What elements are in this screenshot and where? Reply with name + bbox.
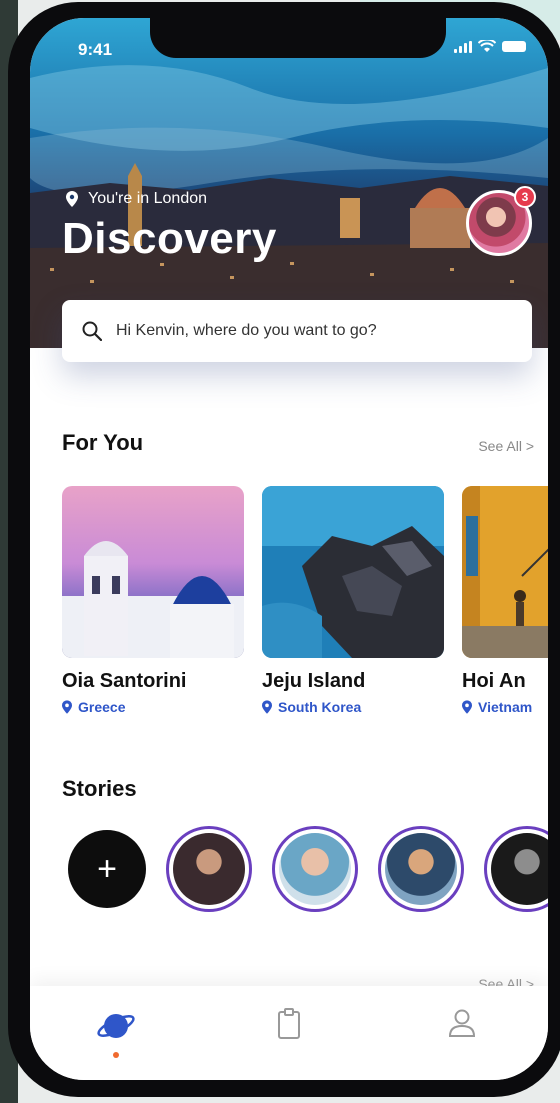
destination-card[interactable]: Hoi An Vietnam	[462, 486, 548, 715]
destination-image-hoi-an	[462, 486, 548, 658]
user-icon	[448, 1009, 475, 1037]
destination-card[interactable]: Oia Santorini Greece	[62, 486, 244, 715]
story-avatar[interactable]	[166, 826, 252, 912]
battery-icon	[502, 41, 526, 52]
section-title-for-you: For You	[62, 430, 144, 455]
add-story-button[interactable]: +	[68, 830, 146, 908]
story-avatar[interactable]	[272, 826, 358, 912]
location-pin-icon	[262, 700, 272, 714]
current-location: You're in London	[66, 190, 207, 208]
profile-avatar-button[interactable]: 3	[466, 186, 536, 256]
page-title: Discovery	[62, 214, 277, 263]
destination-country-label: South Korea	[278, 699, 362, 715]
bottom-tab-bar	[30, 986, 548, 1080]
search-bar[interactable]	[62, 300, 532, 362]
planet-icon	[97, 1014, 135, 1038]
notification-badge: 3	[514, 186, 536, 208]
destination-card[interactable]: Jeju Island South Korea	[262, 486, 444, 715]
destination-country: Vietnam	[462, 699, 548, 715]
active-tab-indicator	[113, 1052, 120, 1058]
notch	[150, 18, 446, 58]
location-pin-icon	[462, 700, 472, 714]
stories-row: +	[68, 826, 548, 912]
destination-image-jeju	[262, 486, 444, 658]
tab-explore[interactable]	[86, 1008, 146, 1058]
hero-city-image	[30, 18, 548, 348]
clipboard-icon	[277, 1008, 300, 1039]
status-icons	[454, 40, 526, 53]
story-avatar[interactable]	[378, 826, 464, 912]
location-pin-icon	[62, 700, 72, 714]
destination-name: Oia Santorini	[62, 670, 187, 692]
destination-name: Jeju Island	[262, 670, 366, 692]
destination-country: Greece	[62, 699, 244, 715]
destination-country-label: Greece	[78, 699, 126, 715]
tab-profile[interactable]	[432, 1008, 492, 1038]
see-all-for-you-link[interactable]: See All >	[478, 438, 534, 454]
phone-frame: 9:41 You're in London Discovery 3 Hi Ken…	[8, 2, 560, 1097]
search-icon	[82, 321, 102, 341]
location-label: You're in London	[88, 190, 208, 207]
location-pin-icon	[66, 191, 78, 207]
destination-image-santorini	[62, 486, 244, 658]
story-avatar[interactable]	[484, 826, 548, 912]
destination-carousel: Oia Santorini Greece Jeju Island South K…	[62, 486, 548, 715]
screen: 9:41 You're in London Discovery 3 Hi Ken…	[30, 18, 548, 1080]
status-time: 9:41	[78, 40, 113, 59]
destination-country: South Korea	[262, 699, 444, 715]
search-input[interactable]	[116, 322, 516, 340]
hero-banner	[30, 18, 548, 348]
destination-name: Hoi An	[462, 670, 526, 692]
destination-country-label: Vietnam	[478, 699, 533, 715]
signal-icon	[454, 40, 472, 53]
section-title-stories: Stories	[62, 776, 137, 801]
wifi-icon	[478, 40, 496, 52]
tab-trips[interactable]	[259, 1008, 319, 1040]
